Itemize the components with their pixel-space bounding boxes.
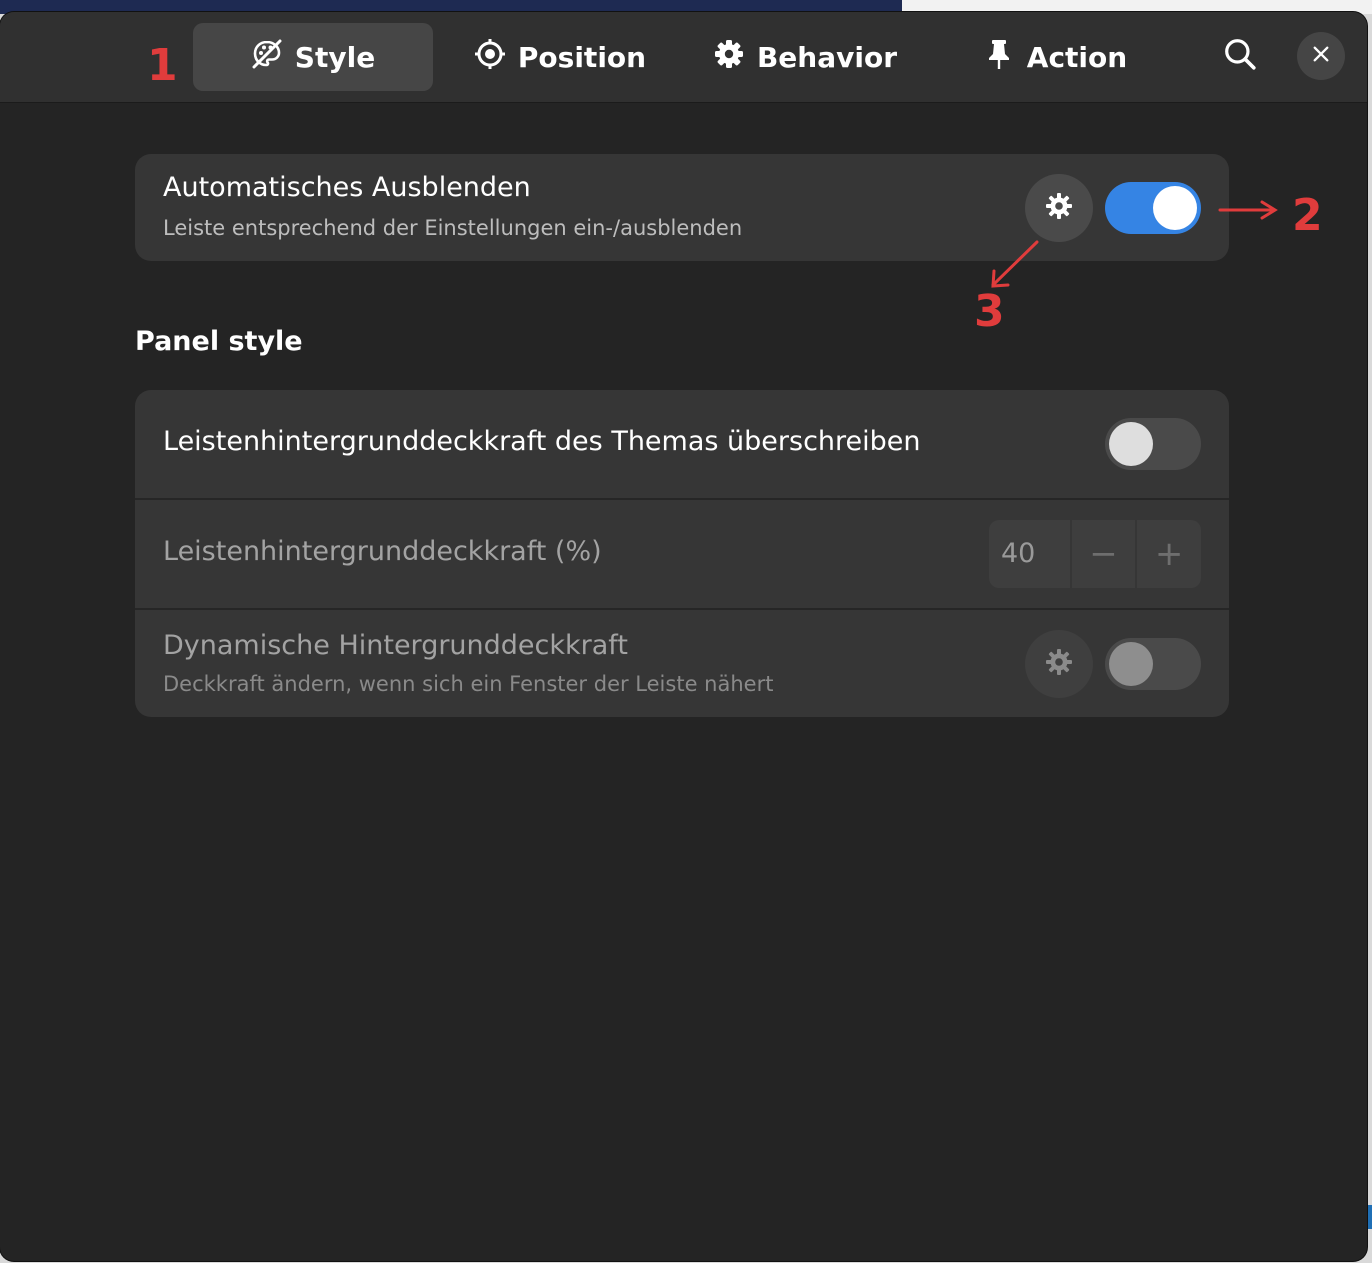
arrow-3-line: [991, 240, 1039, 287]
annotation-arrows: [991, 200, 1278, 288]
